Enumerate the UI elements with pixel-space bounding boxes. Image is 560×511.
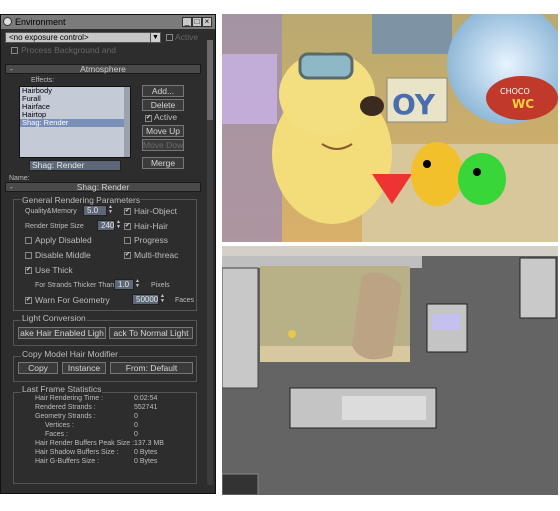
environment-panel: Environment _ □ × <no exposure control> … (0, 14, 216, 494)
render-stripe-label: Render Stripe Size (25, 223, 84, 230)
merge-button[interactable]: Merge (142, 157, 184, 169)
tag-text: WC (512, 97, 534, 111)
instance-button[interactable]: Instance (62, 362, 106, 374)
progress-label: Progress (134, 235, 169, 245)
hair-hair-label: Hair-Hair (134, 221, 168, 231)
stat-value: 0:02:54 (134, 395, 158, 402)
render-stripe-spinner[interactable]: 240 (97, 220, 115, 231)
disable-middle-checkbox[interactable] (25, 252, 32, 259)
atmosphere-rollout-header[interactable]: - Atmosphere (5, 64, 201, 74)
back-to-normal-lights-button[interactable]: ack To Normal Light (109, 327, 193, 339)
spinner-arrows-icon[interactable]: ▲ ▼ (135, 279, 140, 290)
stat-value: 0 (134, 431, 138, 438)
apply-disabled-label: Apply Disabled (35, 235, 92, 245)
name-label: Name: (9, 175, 30, 182)
apply-disabled-checkbox[interactable] (25, 237, 32, 244)
add-button[interactable]: Add... (142, 85, 184, 97)
stat-label: Hair G-Buffers Size : (35, 458, 100, 465)
scrollbar-thumb[interactable] (207, 40, 213, 120)
move-down-button[interactable]: Move Down (142, 139, 184, 151)
faces-spinner[interactable]: 50000 (132, 294, 159, 305)
stat-value: 0 (134, 413, 138, 420)
effect-active-checkbox[interactable]: ✔ (145, 115, 152, 122)
stat-label: Rendered Strands : (35, 404, 96, 411)
use-thick-checkbox[interactable]: ✔ (25, 267, 32, 274)
shag-render-title: Shag: Render (76, 182, 130, 192)
stat-label: Vertices : (45, 422, 74, 429)
pixels-label: Pixels (151, 282, 170, 289)
effect-name-field[interactable]: Shag: Render (29, 160, 121, 171)
viewport-screenshot (222, 246, 558, 495)
exposure-control-value: <no exposure control> (9, 33, 89, 42)
viewport-illustration (222, 246, 558, 495)
effects-list[interactable]: Hairbody Furall Hairface Hairtop Shag: R… (19, 86, 131, 158)
copy-button[interactable]: Copy (18, 362, 58, 374)
copy-model-title: Copy Model Hair Modifier (21, 349, 119, 359)
stat-label: Faces : (45, 431, 68, 438)
maximize-button[interactable]: □ (192, 17, 202, 27)
use-thick-label: Use Thick (35, 265, 73, 275)
move-up-button[interactable]: Move Up (142, 125, 184, 137)
window-title: Environment (15, 17, 66, 27)
hair-object-checkbox[interactable]: ✔ (124, 208, 131, 215)
stat-label: Hair Render Buffers Peak Size : (35, 440, 135, 447)
spinner-arrows-icon[interactable]: ▲ ▼ (108, 205, 113, 216)
stat-value: 0 (134, 422, 138, 429)
chevron-down-icon: ▼ (150, 33, 160, 42)
stat-label: Hair Shadow Buffers Size : (35, 449, 119, 456)
shag-render-rollout-header[interactable]: - Shag: Render (5, 182, 201, 192)
atmosphere-title: Atmosphere (80, 64, 126, 74)
faces-label: Faces (175, 297, 195, 304)
stat-label: Geometry Strands : (35, 413, 96, 420)
spinner-arrows-icon[interactable]: ▲ ▼ (116, 220, 121, 231)
light-conversion-title: Light Conversion (21, 313, 87, 323)
stat-value: 0 Bytes (134, 458, 158, 465)
general-rendering-title: General Rendering Parameters (21, 195, 142, 205)
effect-active-label: Active (154, 112, 178, 122)
app-icon (3, 17, 12, 26)
hair-hair-checkbox[interactable]: ✔ (124, 223, 131, 230)
collapse-icon: - (10, 64, 13, 74)
stat-value: 137.3 MB (134, 440, 164, 447)
spinner-arrows-icon[interactable]: ▲ ▼ (160, 294, 165, 305)
progress-checkbox[interactable] (124, 237, 131, 244)
bowl-text: CHOCO (500, 87, 530, 96)
list-item-selected[interactable]: Shag: Render (20, 119, 130, 127)
warn-geometry-label: Warn For Geometry (35, 295, 110, 305)
stat-value: 552741 (134, 404, 158, 411)
multithread-label: Multi-threac (134, 250, 179, 260)
make-hair-enabled-lights-button[interactable]: ake Hair Enabled Ligh (18, 327, 106, 339)
strands-thicker-spinner[interactable]: 1.0 (114, 279, 134, 290)
multithread-checkbox[interactable]: ✔ (124, 252, 131, 259)
title-bar: Environment _ □ × (1, 15, 215, 29)
from-default-button[interactable]: From: Default (110, 362, 193, 374)
close-button[interactable]: × (202, 17, 212, 27)
exposure-active-label: Active (175, 32, 199, 42)
exposure-active-checkbox[interactable] (166, 34, 173, 41)
process-background-checkbox[interactable] (11, 47, 18, 54)
strands-thicker-label: For Strands Thicker Than (35, 282, 115, 289)
delete-button[interactable]: Delete (142, 99, 184, 111)
disable-middle-label: Disable Middle (35, 250, 91, 260)
panel-scrollbar[interactable] (207, 40, 213, 485)
quality-memory-label: Quality&Memory (25, 208, 77, 215)
hair-object-label: Hair-Object (134, 206, 177, 216)
list-scrollbar[interactable] (124, 87, 130, 157)
quality-memory-spinner[interactable]: 5.0 (83, 205, 107, 216)
render-preview-image: OY CHOCO WC (222, 14, 558, 242)
sign-text: OY (392, 88, 436, 121)
render-scene-illustration: OY CHOCO WC (222, 14, 558, 242)
process-background-label: Process Background and (21, 45, 116, 55)
exposure-control-dropdown[interactable]: <no exposure control> ▼ (5, 32, 161, 43)
stat-value: 0 Bytes (134, 449, 158, 456)
stat-label: Hair Rendering Time : (35, 395, 104, 402)
warn-geometry-checkbox[interactable]: ✔ (25, 297, 32, 304)
minimize-button[interactable]: _ (182, 17, 192, 27)
effects-label: Effects: (31, 77, 55, 84)
collapse-icon: - (10, 182, 13, 192)
statistics-title: Last Frame Statistics (21, 384, 103, 394)
